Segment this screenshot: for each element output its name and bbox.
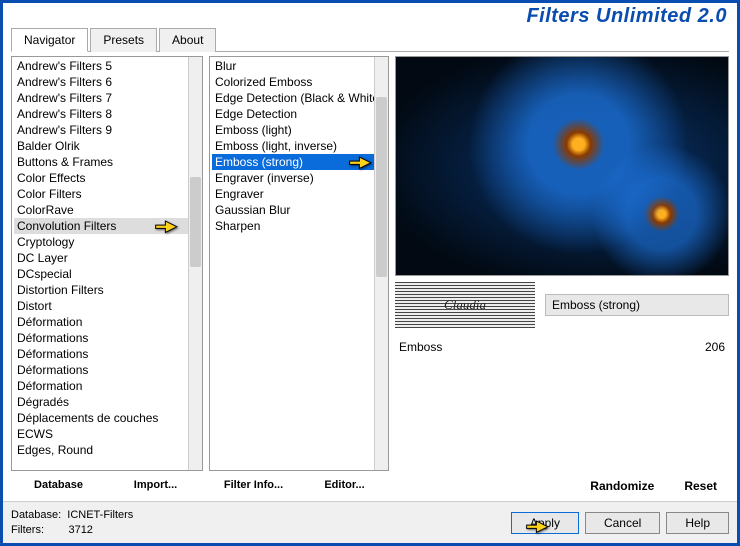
list-item[interactable]: Andrew's Filters 9 [14, 122, 200, 138]
list-item[interactable]: Cryptology [14, 234, 200, 250]
list-item[interactable]: Sharpen [212, 218, 386, 234]
watermark-logo: Claudia [395, 282, 535, 328]
preview-panel [395, 56, 729, 276]
list-item[interactable]: Balder Olrik [14, 138, 200, 154]
list-item[interactable]: Déformations [14, 330, 200, 346]
help-button[interactable]: Help [666, 512, 729, 534]
tab-about[interactable]: About [159, 28, 216, 52]
filters-column: BlurColorized EmbossEdge Detection (Blac… [209, 56, 389, 495]
preview-image [396, 57, 728, 275]
app-title: Filters Unlimited 2.0 [526, 5, 727, 28]
list-item[interactable]: Déformations [14, 346, 200, 362]
categories-scrollbar[interactable] [188, 57, 202, 470]
reset-button[interactable]: Reset [684, 479, 717, 493]
footer: Database: ICNET-Filters Filters: 3712 Ap… [3, 501, 737, 543]
list-item[interactable]: Déformations [14, 362, 200, 378]
list-item[interactable]: Color Filters [14, 186, 200, 202]
apply-button[interactable]: Apply [511, 512, 579, 534]
list-item[interactable]: Edge Detection [212, 106, 386, 122]
list-item[interactable]: Gaussian Blur [212, 202, 386, 218]
filters-buttons: Filter Info... Editor... [209, 471, 389, 495]
filter-name-box: Emboss (strong) [545, 294, 729, 316]
categories-buttons: Database Import... [11, 471, 203, 495]
filter-info-button[interactable]: Filter Info... [209, 475, 298, 495]
info-row: Claudia Emboss (strong) [395, 282, 729, 328]
list-item[interactable]: Distort [14, 298, 200, 314]
param-value: 206 [705, 340, 725, 354]
list-item[interactable]: Edges, Round [14, 442, 200, 458]
right-column: Claudia Emboss (strong) Emboss 206 Rando… [395, 56, 729, 495]
main-area: Navigator Presets About Andrew's Filters… [11, 27, 729, 495]
editor-button[interactable]: Editor... [300, 475, 389, 495]
list-item[interactable]: Déformation [14, 378, 200, 394]
list-item[interactable]: Déformation [14, 314, 200, 330]
list-item[interactable]: Emboss (strong) [212, 154, 386, 170]
categories-listbox[interactable]: Andrew's Filters 5Andrew's Filters 6Andr… [11, 56, 203, 471]
filters-listbox[interactable]: BlurColorized EmbossEdge Detection (Blac… [209, 56, 389, 471]
randomize-button[interactable]: Randomize [590, 479, 654, 493]
list-item[interactable]: Buttons & Frames [14, 154, 200, 170]
list-item[interactable]: Andrew's Filters 8 [14, 106, 200, 122]
list-item[interactable]: ECWS [14, 426, 200, 442]
list-item[interactable]: Engraver [212, 186, 386, 202]
list-item[interactable]: Blur [212, 58, 386, 74]
scroll-thumb[interactable] [376, 97, 387, 277]
param-row: Emboss 206 [395, 338, 729, 356]
list-item[interactable]: Convolution Filters [14, 218, 200, 234]
list-item[interactable]: Déplacements de couches [14, 410, 200, 426]
list-item[interactable]: Edge Detection (Black & White) [212, 90, 386, 106]
footer-info: Database: ICNET-Filters Filters: 3712 [11, 508, 511, 537]
list-item[interactable]: Emboss (light, inverse) [212, 138, 386, 154]
right-buttons: Randomize Reset [395, 473, 729, 495]
list-item[interactable]: Color Effects [14, 170, 200, 186]
categories-column: Andrew's Filters 5Andrew's Filters 6Andr… [11, 56, 203, 495]
list-item[interactable]: Andrew's Filters 6 [14, 74, 200, 90]
list-item[interactable]: Emboss (light) [212, 122, 386, 138]
list-item[interactable]: ColorRave [14, 202, 200, 218]
categories-list: Andrew's Filters 5Andrew's Filters 6Andr… [12, 57, 202, 459]
list-item[interactable]: DC Layer [14, 250, 200, 266]
filters-scrollbar[interactable] [374, 57, 388, 470]
import-button[interactable]: Import... [108, 475, 203, 495]
tab-presets[interactable]: Presets [90, 28, 157, 52]
nav-content: Andrew's Filters 5Andrew's Filters 6Andr… [11, 52, 729, 495]
scroll-thumb[interactable] [190, 177, 201, 267]
filters-list: BlurColorized EmbossEdge Detection (Blac… [210, 57, 388, 235]
list-item[interactable]: Dégradés [14, 394, 200, 410]
list-item[interactable]: Andrew's Filters 5 [14, 58, 200, 74]
database-button[interactable]: Database [11, 475, 106, 495]
list-item[interactable]: Andrew's Filters 7 [14, 90, 200, 106]
cancel-button[interactable]: Cancel [585, 512, 660, 534]
list-item[interactable]: Engraver (inverse) [212, 170, 386, 186]
footer-buttons: Apply Cancel Help [511, 512, 729, 534]
tab-strip: Navigator Presets About [11, 27, 729, 52]
list-item[interactable]: DCspecial [14, 266, 200, 282]
list-item[interactable]: Distortion Filters [14, 282, 200, 298]
tab-navigator[interactable]: Navigator [11, 28, 88, 52]
list-item[interactable]: Colorized Emboss [212, 74, 386, 90]
param-label: Emboss [399, 340, 442, 354]
